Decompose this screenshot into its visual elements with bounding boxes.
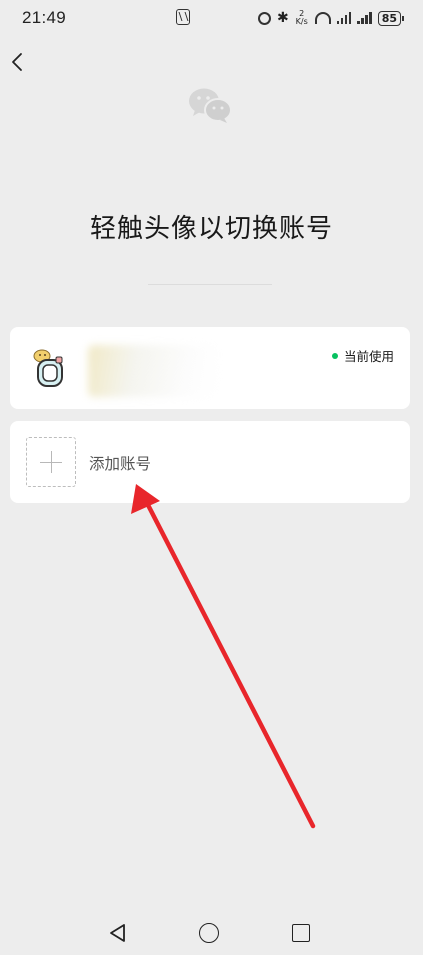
nfc-icon bbox=[176, 9, 190, 25]
account-switch-screen: 21:49 ✱ 2 K/s 85 轻触头像以切换账号 当前使用 添加账号 bbox=[0, 0, 423, 955]
nav-back-icon[interactable] bbox=[108, 923, 128, 943]
account-card-current[interactable]: 当前使用 bbox=[10, 327, 410, 409]
battery-icon: 85 bbox=[377, 10, 405, 26]
navigation-bar bbox=[0, 910, 423, 955]
signal-icon bbox=[336, 12, 352, 24]
battery-level: 85 bbox=[381, 11, 397, 25]
page-title: 轻触头像以切换账号 bbox=[89, 214, 333, 244]
avatar[interactable] bbox=[32, 347, 68, 389]
bluetooth-icon: ✱ bbox=[276, 10, 289, 26]
chevron-left-icon bbox=[12, 53, 22, 71]
status-bar: 21:49 ✱ 2 K/s 85 bbox=[0, 0, 423, 36]
current-account-badge: 当前使用 bbox=[331, 346, 394, 365]
alarm-icon bbox=[257, 11, 271, 25]
status-time: 21:49 bbox=[22, 8, 67, 27]
nav-recents-icon[interactable] bbox=[292, 924, 310, 942]
back-button[interactable] bbox=[6, 50, 30, 74]
plus-icon bbox=[26, 437, 76, 487]
divider bbox=[148, 284, 272, 285]
network-speed: 2 K/s bbox=[295, 10, 309, 26]
wifi-icon bbox=[314, 12, 331, 24]
account-name-blurred bbox=[88, 345, 218, 397]
add-account-button[interactable]: 添加账号 bbox=[10, 421, 410, 503]
wechat-logo-icon bbox=[189, 88, 232, 123]
signal-icon bbox=[357, 12, 372, 24]
current-account-label: 当前使用 bbox=[343, 349, 394, 364]
status-dot-icon bbox=[331, 352, 338, 359]
status-icons: ✱ 2 K/s 85 bbox=[257, 10, 405, 26]
nav-home-icon[interactable] bbox=[199, 923, 219, 943]
add-account-label: 添加账号 bbox=[89, 455, 152, 473]
network-speed-unit: K/s bbox=[295, 17, 308, 26]
